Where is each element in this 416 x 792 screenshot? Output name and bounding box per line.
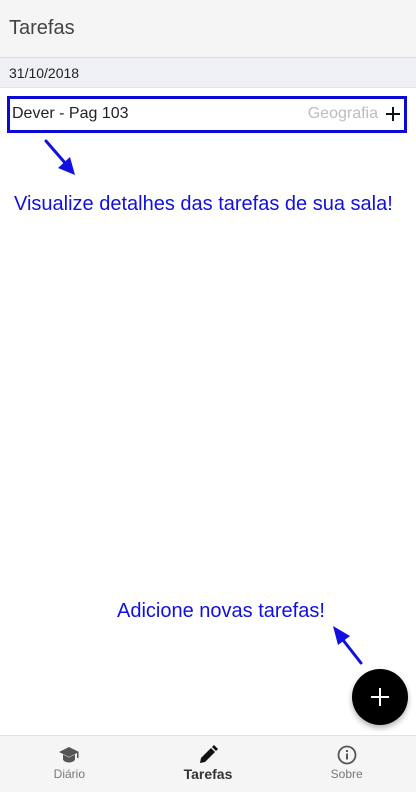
page-title: Tarefas bbox=[9, 17, 75, 39]
section-date: 31/10/2018 bbox=[9, 65, 80, 81]
task-row[interactable]: Dever - Pag 103 Geografia bbox=[7, 96, 407, 133]
app-bar: Tarefas bbox=[0, 0, 416, 58]
expand-task-button[interactable] bbox=[384, 103, 402, 125]
details-hint: Visualize detalhes das tarefas de sua sa… bbox=[14, 193, 393, 215]
task-title: Dever - Pag 103 bbox=[12, 105, 129, 122]
task-subject: Geografia bbox=[307, 105, 378, 122]
nav-label: Sobre bbox=[330, 767, 363, 781]
school-icon bbox=[58, 744, 80, 766]
nav-label: Diário bbox=[53, 767, 85, 781]
pencil-icon bbox=[198, 744, 218, 766]
nav-item-diario[interactable]: Diário bbox=[0, 736, 139, 792]
nav-item-sobre[interactable]: Sobre bbox=[277, 736, 416, 792]
nav-item-tarefas[interactable]: Tarefas bbox=[139, 736, 278, 792]
plus-icon bbox=[371, 688, 389, 706]
annotation-arrow-up-icon bbox=[333, 626, 363, 665]
date-section-header: 31/10/2018 bbox=[0, 58, 416, 88]
add-hint: Adicione novas tarefas! bbox=[117, 600, 325, 622]
info-icon bbox=[337, 744, 357, 766]
annotation-arrow-down-icon bbox=[44, 139, 75, 175]
plus-icon bbox=[386, 107, 400, 121]
nav-label: Tarefas bbox=[183, 766, 233, 782]
bottom-navigation: Diário Tarefas Sobre bbox=[0, 735, 416, 792]
add-task-button[interactable] bbox=[352, 669, 408, 725]
